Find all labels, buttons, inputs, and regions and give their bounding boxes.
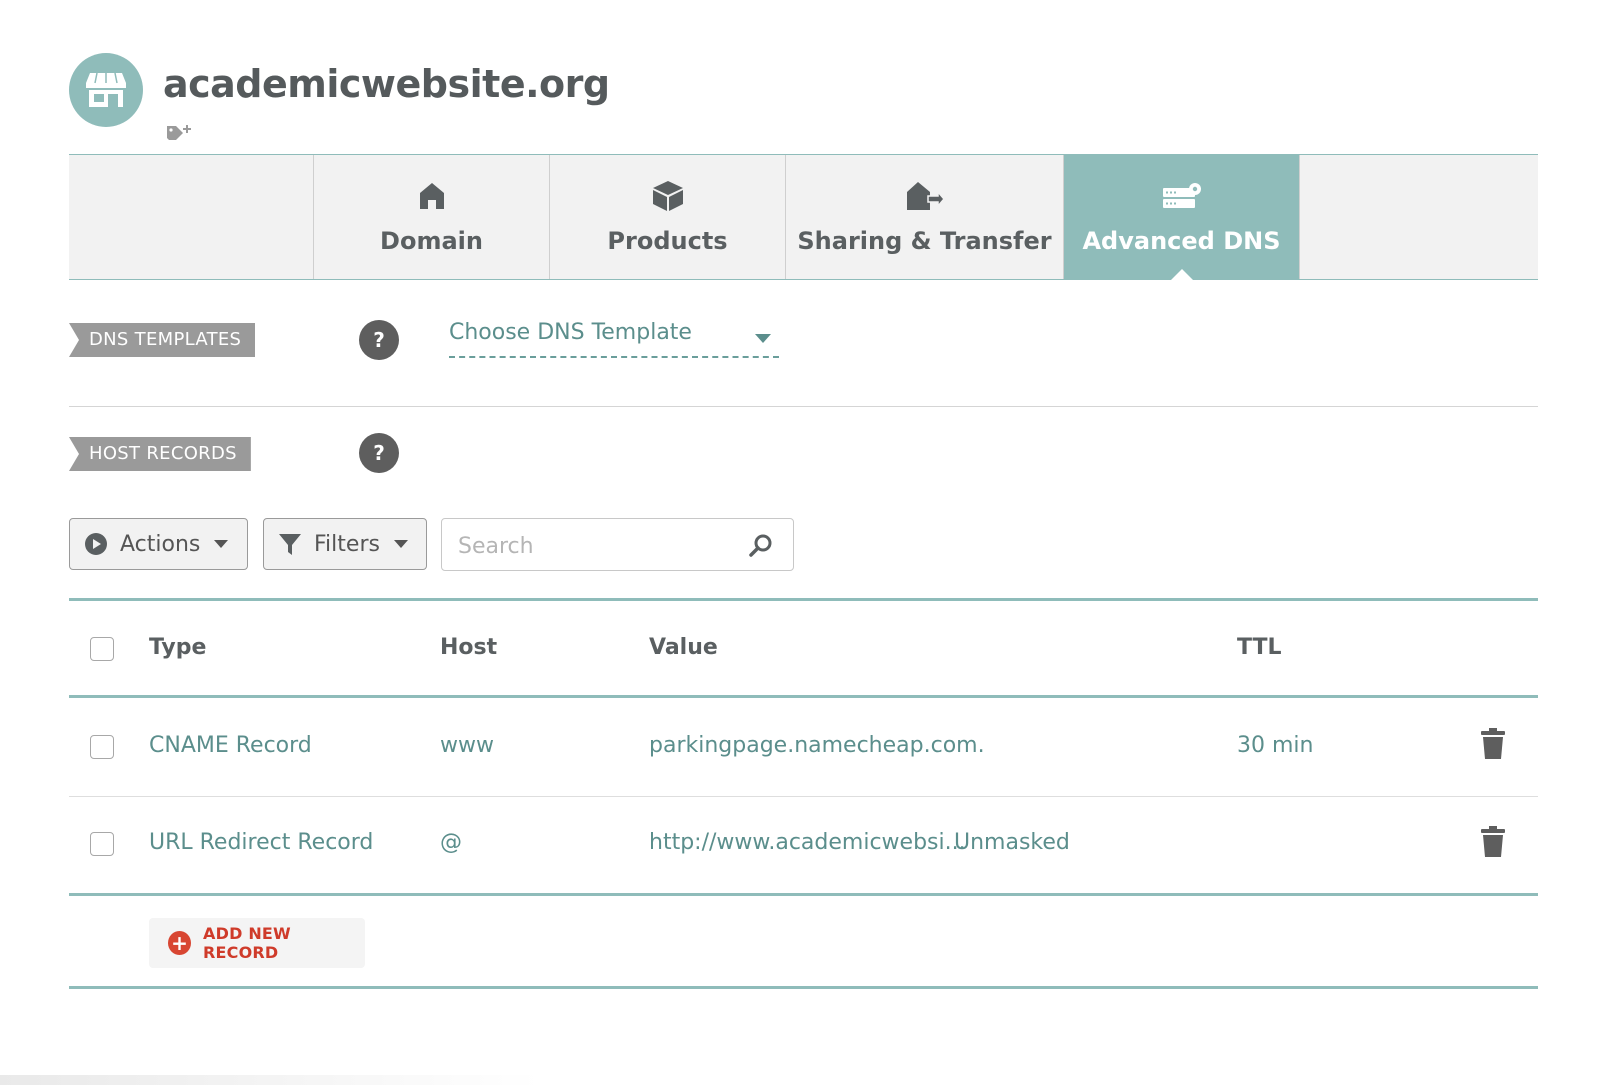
- tab-sharing-transfer[interactable]: Sharing & Transfer: [785, 155, 1063, 279]
- add-tag-icon[interactable]: [166, 124, 192, 148]
- search-icon[interactable]: [749, 533, 773, 561]
- actions-button[interactable]: Actions: [69, 518, 248, 570]
- house-icon: [419, 179, 445, 213]
- chevron-down-icon: [393, 540, 408, 548]
- play-circle-icon: [84, 532, 108, 556]
- tab-advanced-dns[interactable]: Advanced DNS: [1063, 155, 1299, 280]
- record-host[interactable]: @: [440, 830, 462, 855]
- dns-template-select[interactable]: Choose DNS Template: [449, 320, 779, 358]
- record-value[interactable]: parkingpage.namecheap.com.: [649, 733, 985, 758]
- host-records-label: HOST RECORDS: [69, 437, 251, 471]
- scroll-shadow: [0, 1075, 540, 1085]
- dns-templates-help-button[interactable]: ?: [359, 320, 399, 360]
- filters-label: Filters: [314, 531, 380, 557]
- plus-circle-icon: +: [168, 931, 191, 955]
- tab-domain[interactable]: Domain: [313, 155, 549, 279]
- domain-title: academicwebsite.org: [163, 62, 610, 106]
- tab-label: Sharing & Transfer: [797, 227, 1052, 255]
- help-glyph: ?: [373, 328, 385, 352]
- server-gear-icon: [1162, 179, 1202, 213]
- trash-icon[interactable]: [1481, 826, 1505, 862]
- chevron-down-icon: [214, 540, 229, 548]
- search-box: [441, 518, 794, 571]
- tab-label: Domain: [380, 227, 483, 255]
- table-top-border: [69, 598, 1538, 601]
- table-bottom-border: [69, 893, 1538, 896]
- record-type[interactable]: URL Redirect Record: [149, 830, 373, 855]
- select-all-checkbox[interactable]: [90, 637, 114, 661]
- tab-products[interactable]: Products: [549, 155, 785, 279]
- store-avatar: [69, 53, 143, 127]
- help-glyph: ?: [373, 441, 385, 465]
- row-checkbox[interactable]: [90, 832, 114, 856]
- column-header-type: Type: [149, 635, 207, 660]
- tab-label: Products: [607, 227, 728, 255]
- tab-separator: [1299, 155, 1300, 279]
- search-input[interactable]: [456, 529, 740, 563]
- record-ttl[interactable]: 30 min: [1237, 733, 1313, 758]
- box-icon: [652, 179, 684, 213]
- section-divider: [69, 406, 1538, 407]
- host-records-help-button[interactable]: ?: [359, 433, 399, 473]
- add-new-record-label: ADD NEW RECORD: [203, 924, 291, 962]
- record-type[interactable]: CNAME Record: [149, 733, 312, 758]
- house-transfer-icon: [906, 179, 944, 213]
- table-row: URL Redirect Record @ http://www.academi…: [69, 797, 1538, 893]
- table-row: CNAME Record www parkingpage.namecheap.c…: [69, 698, 1538, 796]
- row-checkbox[interactable]: [90, 735, 114, 759]
- column-header-value: Value: [649, 635, 718, 660]
- filters-button[interactable]: Filters: [263, 518, 427, 570]
- footer-border: [69, 986, 1538, 989]
- redirect-type[interactable]: Unmasked: [954, 830, 1070, 855]
- record-value[interactable]: http://www.academicwebsi...: [649, 830, 966, 855]
- store-icon: [86, 72, 126, 107]
- actions-label: Actions: [120, 531, 201, 557]
- domain-tabbar: Domain Products Sharing & Transfer Advan…: [69, 154, 1538, 280]
- column-header-ttl: TTL: [1237, 635, 1282, 660]
- funnel-icon: [278, 532, 302, 556]
- trash-icon[interactable]: [1481, 728, 1505, 764]
- dns-templates-label: DNS TEMPLATES: [69, 323, 256, 357]
- chevron-down-icon: [755, 334, 771, 343]
- record-host[interactable]: www: [440, 733, 494, 758]
- dns-template-select-value: Choose DNS Template: [449, 320, 692, 345]
- add-new-record-button[interactable]: + ADD NEW RECORD: [149, 918, 365, 968]
- tab-label: Advanced DNS: [1082, 227, 1281, 255]
- column-header-host: Host: [440, 635, 498, 660]
